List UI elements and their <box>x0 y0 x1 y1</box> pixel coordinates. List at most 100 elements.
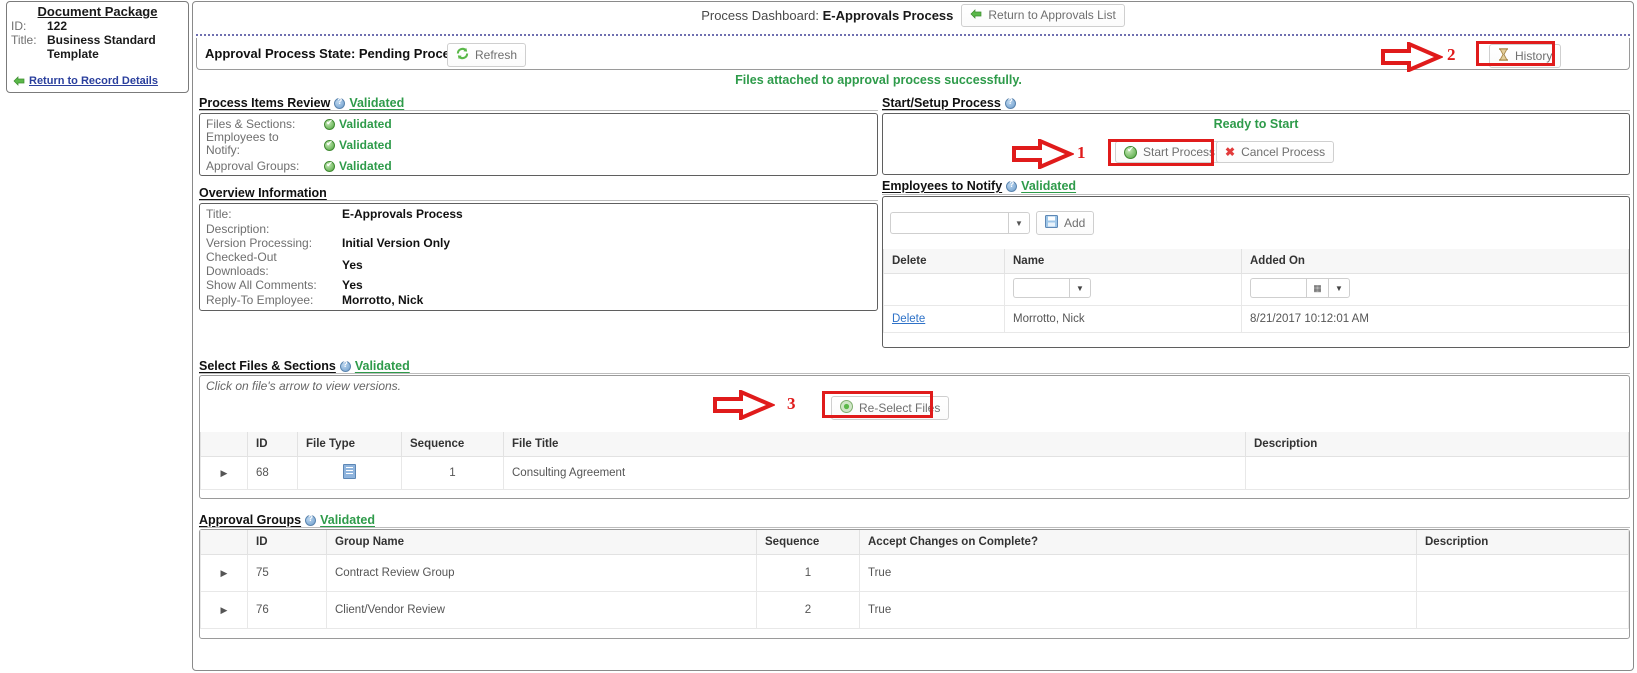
package-id-value: 122 <box>47 19 68 33</box>
col-description[interactable]: Description <box>1245 432 1629 457</box>
col-file-type[interactable]: File Type <box>297 432 402 457</box>
table-row: ▶ 68 1 Consulting Agreement <box>200 456 1629 490</box>
employee-delete-cell: Delete <box>883 305 1005 333</box>
approval-groups-heading: Approval Groups Validated <box>199 513 375 527</box>
help-icon[interactable] <box>339 360 351 372</box>
help-icon[interactable] <box>1006 180 1018 192</box>
dashboard-title: Process Dashboard: E-Approvals Process <box>701 8 953 23</box>
check-circle-icon <box>1124 144 1137 159</box>
table-row: ▶ 75 Contract Review Group 1 True <box>200 554 1629 592</box>
employees-filter-row: ▼ ▦ ▼ <box>883 273 1629 306</box>
reselect-files-button[interactable]: Re-Select Files <box>831 396 950 420</box>
file-type-cell <box>297 456 402 490</box>
header-divider <box>196 34 1630 36</box>
return-to-approvals-list-label: Return to Approvals List <box>988 8 1116 22</box>
chevron-down-icon[interactable]: ▼ <box>1008 212 1030 234</box>
col-delete[interactable]: Delete <box>883 249 1005 274</box>
process-item-status-0: Validated <box>324 117 392 131</box>
col-sequence[interactable]: Sequence <box>401 432 504 457</box>
employee-add-controls: ▼ Add <box>890 211 1095 235</box>
col-id[interactable]: ID <box>247 530 327 555</box>
files-table-wrapper: ID File Type Sequence File Title Descrip… <box>200 432 1629 490</box>
employees-to-notify-status: Validated <box>1021 179 1077 193</box>
history-button[interactable]: History <box>1489 44 1562 68</box>
add-employee-button[interactable]: Add <box>1036 211 1095 235</box>
process-item-label-0: Files & Sections: <box>206 117 296 131</box>
col-name[interactable]: Name <box>1004 249 1242 274</box>
col-file-title[interactable]: File Title <box>503 432 1246 457</box>
employee-added-on-cell: 8/21/2017 10:12:01 AM <box>1241 305 1629 333</box>
employee-select[interactable]: ▼ <box>890 212 1030 234</box>
section-rule <box>199 110 878 111</box>
file-expander-cell[interactable]: ▶ <box>200 456 248 490</box>
overview-value-2: Initial Version Only <box>342 236 451 250</box>
process-items-review-box: Files & Sections: Validated Employees to… <box>199 113 878 176</box>
refresh-label: Refresh <box>475 48 518 62</box>
col-added-on[interactable]: Added On <box>1241 249 1629 274</box>
expander-icon[interactable]: ▶ <box>221 568 228 578</box>
filter-icon[interactable]: ▼ <box>1328 278 1350 298</box>
x-icon: ✖ <box>1225 145 1236 159</box>
file-description-cell <box>1245 456 1629 490</box>
delete-link[interactable]: Delete <box>892 313 925 325</box>
annotation-arrow-3 <box>713 388 777 423</box>
group-description-cell <box>1416 554 1629 592</box>
return-to-approvals-list-button[interactable]: Return to Approvals List <box>961 3 1125 27</box>
col-accept-changes[interactable]: Accept Changes on Complete? <box>859 530 1417 555</box>
added-on-filter-input[interactable] <box>1250 278 1306 298</box>
group-expander-cell[interactable]: ▶ <box>200 554 248 592</box>
ready-to-start-text: Ready to Start <box>1213 117 1299 131</box>
col-description[interactable]: Description <box>1416 530 1629 555</box>
group-name-cell: Client/Vendor Review <box>326 591 757 629</box>
page-root: Document Package ID: 122 Title: Business… <box>0 0 1637 673</box>
process-item-status-1: Validated <box>324 138 392 152</box>
help-icon[interactable] <box>305 514 317 526</box>
help-icon[interactable] <box>334 97 346 109</box>
check-icon <box>324 117 335 130</box>
dashboard-header: Process Dashboard: E-Approvals Process R… <box>192 2 1634 28</box>
section-rule <box>882 110 1630 111</box>
overview-value-4: Yes <box>342 278 363 292</box>
col-expander <box>200 530 248 555</box>
filter-icon[interactable]: ▼ <box>1069 278 1091 298</box>
group-description-cell <box>1416 591 1629 629</box>
annotation-arrow-2 <box>1381 40 1445 75</box>
expander-icon[interactable]: ▶ <box>221 605 228 615</box>
calendar-icon[interactable]: ▦ <box>1306 278 1328 298</box>
refresh-button[interactable]: Refresh <box>447 43 527 67</box>
annotation-number-1: 1 <box>1077 143 1086 162</box>
annotation-number-2: 2 <box>1447 45 1456 64</box>
help-icon[interactable] <box>1004 97 1016 109</box>
col-id[interactable]: ID <box>247 432 298 457</box>
process-item-status-2: Validated <box>324 159 392 173</box>
name-filter-input[interactable] <box>1013 278 1069 298</box>
filter-cell-delete <box>883 273 1005 306</box>
process-items-review-status: Validated <box>349 96 405 110</box>
start-process-button[interactable]: Start Process <box>1115 141 1225 163</box>
overview-value-5: Morrotto, Nick <box>342 293 424 307</box>
history-label: History <box>1515 49 1553 63</box>
dashboard-label: Process Dashboard: <box>701 7 819 23</box>
overview-label-4: Show All Comments: <box>206 278 317 292</box>
col-sequence[interactable]: Sequence <box>756 530 860 555</box>
package-title-label: Title: <box>11 33 37 47</box>
table-row: Delete Morrotto, Nick 8/21/2017 10:12:01… <box>883 305 1629 333</box>
col-expander <box>200 432 248 457</box>
filter-cell-name: ▼ <box>1004 273 1242 306</box>
overview-value-3: Yes <box>342 258 363 272</box>
package-title-row: Title: Business Standard Template <box>7 33 188 61</box>
group-sequence-cell: 2 <box>756 591 860 629</box>
hourglass-icon <box>1498 48 1509 64</box>
group-accept-changes-cell: True <box>859 591 1417 629</box>
col-group-name[interactable]: Group Name <box>326 530 757 555</box>
group-name-cell: Contract Review Group <box>326 554 757 592</box>
overview-value-0: E-Approvals Process <box>342 207 463 221</box>
expander-icon[interactable]: ▶ <box>221 468 228 478</box>
overview-information-heading: Overview Information <box>199 186 327 200</box>
filter-cell-added-on: ▦ ▼ <box>1241 273 1629 306</box>
overview-label-1: Description: <box>206 222 270 236</box>
save-disk-icon <box>1045 215 1058 231</box>
employee-select-input[interactable] <box>890 212 1008 234</box>
cancel-process-button[interactable]: ✖ Cancel Process <box>1216 141 1335 163</box>
group-expander-cell[interactable]: ▶ <box>200 591 248 629</box>
